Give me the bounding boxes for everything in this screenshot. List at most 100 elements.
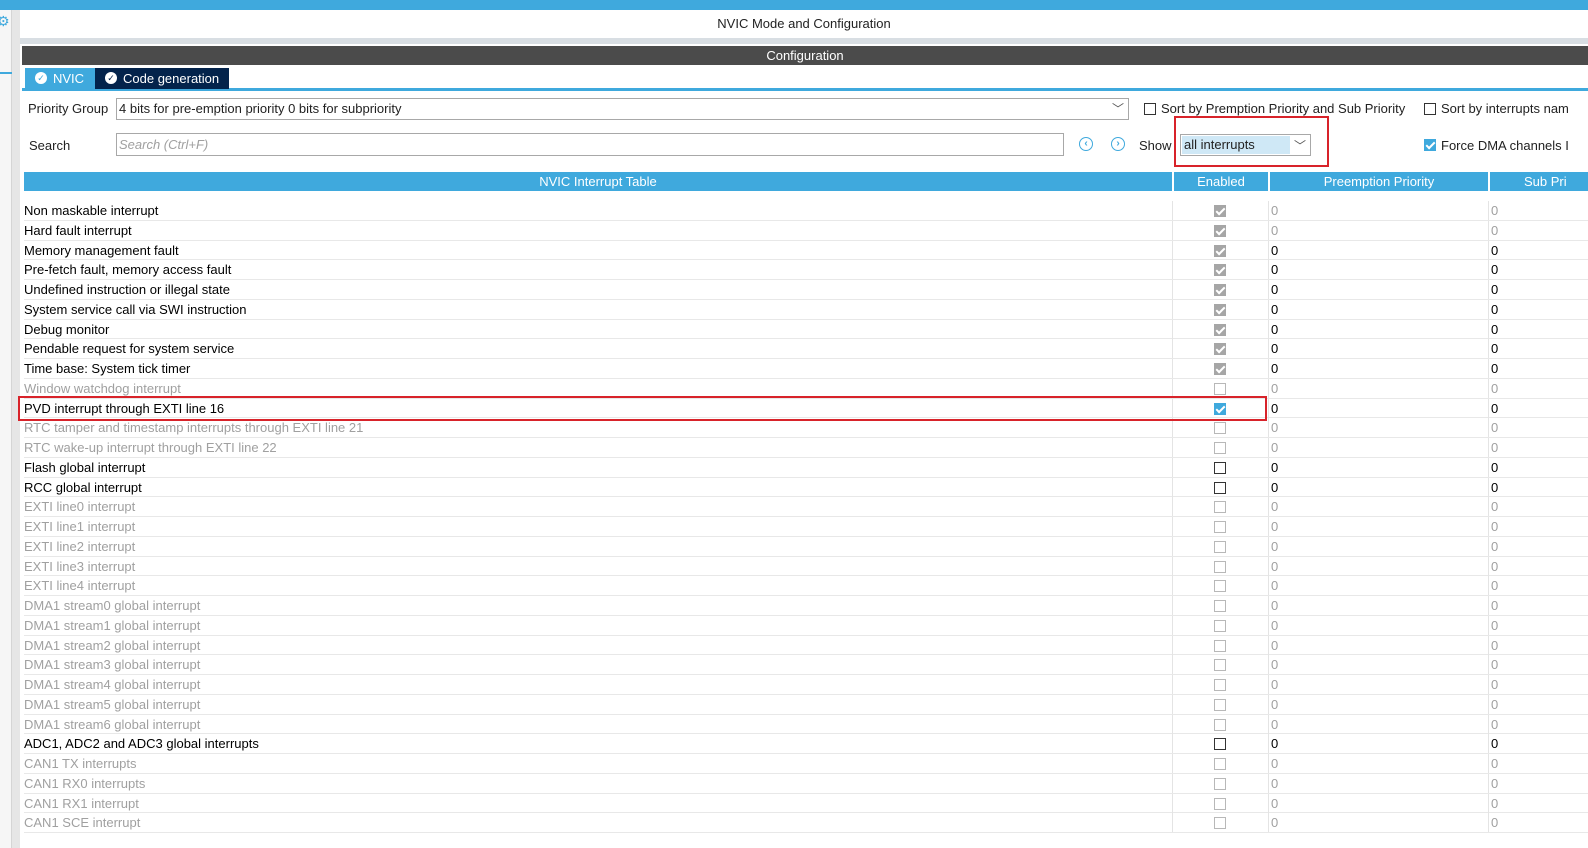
sub-priority-value[interactable]: 0 [1491,341,1498,356]
preemption-priority-value[interactable]: 0 [1271,361,1278,376]
preemption-priority-value: 0 [1271,795,1279,811]
preemption-priority-value[interactable]: 0 [1271,282,1278,297]
tab-code-generation-label: Code generation [123,71,220,86]
sub-priority-value[interactable]: 0 [1491,243,1498,258]
table-row[interactable]: PVD interrupt through EXTI line 16 0 0 [24,398,1588,419]
table-row[interactable]: DMA1 stream0 global interrupt 0 0 [24,596,1588,616]
preemption-priority-value[interactable]: 0 [1271,401,1278,416]
sub-priority-value: 0 [1491,598,1499,613]
table-row[interactable]: Non maskable interrupt 0 0 [24,201,1588,221]
sub-priority-value[interactable]: 0 [1491,223,1498,238]
table-row[interactable]: DMA1 stream3 global interrupt 0 0 [24,655,1588,675]
preemption-priority-value: 0 [1271,380,1279,396]
table-row[interactable]: Window watchdog interrupt 0 0 [24,378,1588,399]
column-header-sub-priority[interactable]: Sub Pri [1490,172,1588,191]
table-row[interactable]: Undefined instruction or illegal state 0 0 [24,280,1588,300]
column-divider [1488,457,1489,477]
preemption-priority-value[interactable]: 0 [1271,243,1278,258]
column-divider [1172,793,1173,813]
interrupt-name: Undefined instruction or illegal state [24,282,230,297]
table-row[interactable]: Pre-fetch fault, memory access fault 0 0 [24,260,1588,280]
column-divider [1268,438,1269,457]
interrupt-name: Debug monitor [24,321,110,337]
preemption-priority-value[interactable]: 0 [1271,322,1278,337]
table-row[interactable]: RTC tamper and timestamp interrupts thro… [24,418,1588,438]
table-row[interactable]: CAN1 SCE interrupt 0 0 [24,813,1588,833]
chevron-right-circle-icon[interactable]: › [1111,137,1125,151]
search-input[interactable] [116,133,1064,156]
table-row[interactable]: CAN1 RX0 interrupts 0 0 [24,773,1588,794]
column-divider [1268,714,1269,734]
table-row[interactable]: DMA1 stream4 global interrupt 0 0 [24,675,1588,695]
sub-priority-value[interactable]: 0 [1491,480,1498,495]
enabled-checkbox [1214,244,1226,257]
table-row[interactable]: Time base: System tick timer 0 0 [24,359,1588,379]
enabled-checkbox[interactable] [1214,461,1226,474]
column-header-interrupt-table[interactable]: NVIC Interrupt Table [24,172,1172,191]
table-row[interactable]: EXTI line1 interrupt 0 0 [24,517,1588,537]
enabled-checkbox[interactable] [1214,402,1226,415]
tab-code-generation[interactable]: ✓ Code generation [95,68,229,89]
table-row[interactable]: DMA1 stream5 global interrupt 0 0 [24,694,1588,715]
table-row[interactable]: CAN1 RX1 interrupt 0 0 [24,793,1588,814]
table-row[interactable]: RCC global interrupt 0 0 [24,477,1588,498]
gear-icon[interactable]: ⚙ [0,14,10,28]
preemption-priority-value[interactable]: 0 [1271,262,1278,277]
column-divider [1172,694,1173,714]
panel-splitter[interactable] [12,10,20,848]
table-row[interactable]: EXTI line0 interrupt 0 0 [24,497,1588,517]
table-row[interactable]: CAN1 TX interrupts 0 0 [24,754,1588,774]
sub-priority-value: 0 [1491,499,1499,515]
enabled-checkbox[interactable] [1214,738,1226,751]
preemption-priority-value[interactable]: 0 [1271,223,1278,238]
sub-priority-value[interactable]: 0 [1491,203,1498,218]
sub-priority-value[interactable]: 0 [1491,302,1498,317]
enabled-checkbox[interactable] [1214,481,1226,494]
table-row[interactable]: ADC1, ADC2 and ADC3 global interrupts 0 0 [24,734,1588,754]
preemption-priority-value[interactable]: 0 [1271,302,1278,317]
column-header-enabled[interactable]: Enabled [1174,172,1268,191]
table-row[interactable]: Memory management fault 0 0 [24,240,1588,261]
table-row[interactable]: DMA1 stream1 global interrupt 0 0 [24,615,1588,636]
table-row[interactable]: Debug monitor 0 0 [24,319,1588,340]
sub-priority-value: 0 [1491,815,1499,831]
table-row[interactable]: System service call via SWI instruction 0… [24,299,1588,320]
tab-nvic[interactable]: ✓ NVIC [25,68,95,89]
column-divider [1488,675,1489,694]
sub-priority-value[interactable]: 0 [1491,361,1498,376]
sub-priority-value[interactable]: 0 [1491,401,1498,416]
preemption-priority-value[interactable]: 0 [1271,736,1278,751]
sort-premption-checkbox[interactable] [1144,103,1156,115]
table-row[interactable]: DMA1 stream2 global interrupt 0 0 [24,635,1588,656]
table-row[interactable]: Flash global interrupt 0 0 [24,457,1588,478]
table-row[interactable]: EXTI line4 interrupt 0 0 [24,576,1588,596]
table-row[interactable]: RTC wake-up interrupt through EXTI line … [24,438,1588,458]
sub-priority-value[interactable]: 0 [1491,282,1498,297]
preemption-priority-value[interactable]: 0 [1271,203,1278,218]
table-row[interactable]: EXTI line3 interrupt 0 0 [24,556,1588,577]
preemption-priority-value: 0 [1271,519,1279,534]
column-divider [1488,398,1489,418]
table-row[interactable]: DMA1 stream6 global interrupt 0 0 [24,714,1588,735]
preemption-priority-value[interactable]: 0 [1271,480,1278,495]
table-row[interactable]: EXTI line2 interrupt 0 0 [24,536,1588,557]
enabled-checkbox [1214,442,1226,454]
preemption-priority-value[interactable]: 0 [1271,460,1278,475]
sort-names-checkbox[interactable] [1424,103,1436,115]
priority-group-select[interactable]: 4 bits for pre-emption priority 0 bits f… [116,98,1129,120]
column-divider [1172,754,1173,773]
sub-priority-value[interactable]: 0 [1491,736,1498,751]
sub-priority-value[interactable]: 0 [1491,262,1498,277]
force-dma-checkbox[interactable] [1424,139,1436,151]
chevron-left-circle-icon[interactable]: ‹ [1079,137,1093,151]
preemption-priority-value[interactable]: 0 [1271,341,1278,356]
table-row[interactable]: Hard fault interrupt 0 0 [24,220,1588,241]
table-row[interactable]: Pendable request for system service 0 0 [24,339,1588,359]
column-divider [1172,280,1173,299]
column-header-preemption-priority[interactable]: Preemption Priority [1270,172,1488,191]
sub-priority-value[interactable]: 0 [1491,322,1498,337]
show-filter-select[interactable]: all interrupts ﹀ [1180,134,1311,156]
sub-priority-value: 0 [1491,380,1499,396]
column-divider [1172,201,1173,220]
sub-priority-value[interactable]: 0 [1491,460,1498,475]
